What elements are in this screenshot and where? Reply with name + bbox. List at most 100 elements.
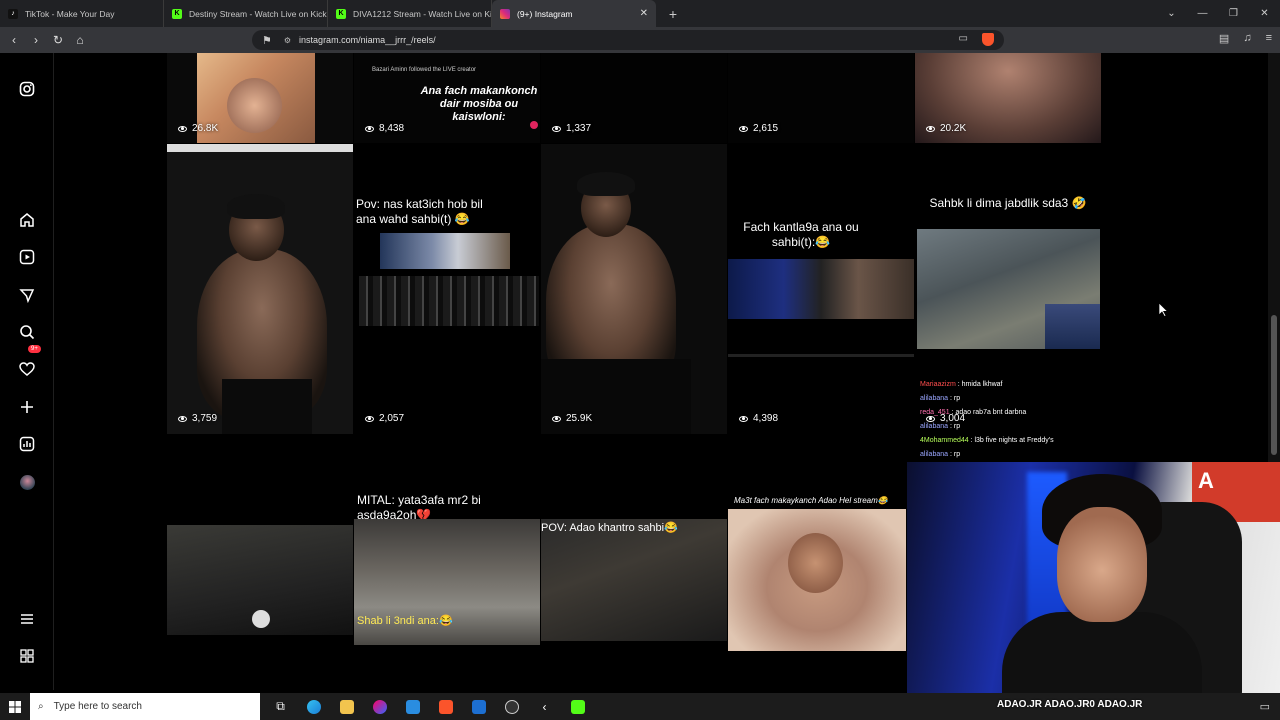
heart-reaction-icon xyxy=(530,121,538,129)
task-view-button[interactable]: ⧉ xyxy=(264,693,297,720)
reel-tile[interactable]: Bazari Aminn followed the LIVE creator A… xyxy=(354,53,540,143)
chat-message: 4Mohammed44 : l3b five nights at Freddy'… xyxy=(920,437,1054,444)
view-count-text: 25.9K xyxy=(566,413,593,424)
reel-tile[interactable]: MITAL: yata3afa mr2 bi asda9a2oh💔 Shab l… xyxy=(354,491,540,645)
reel-tile[interactable] xyxy=(167,525,353,635)
view-count: 3,759 xyxy=(178,413,217,424)
app-icon[interactable]: ‹ xyxy=(528,693,561,720)
eye-icon xyxy=(552,125,561,132)
browser-tab-strip: ♪ TikTok - Make Your Day K Destiny Strea… xyxy=(0,0,1280,27)
reel-caption: POV: Adao khantro sahbi😂 xyxy=(541,522,678,534)
brave-shields-icon[interactable] xyxy=(982,33,994,46)
chat-username: alilabana xyxy=(920,423,949,430)
view-count-text: 3,759 xyxy=(192,413,218,424)
eye-icon xyxy=(178,125,187,132)
store-icon[interactable] xyxy=(396,693,429,720)
tab-tiktok[interactable]: ♪ TikTok - Make Your Day xyxy=(0,0,164,27)
instagram-icon xyxy=(500,8,510,19)
bookmark-icon[interactable]: ⚑ xyxy=(262,34,272,47)
menu-icon[interactable]: ≡ xyxy=(1266,32,1272,45)
chat-username: 4Mohammed44 xyxy=(920,437,969,444)
close-tab-icon[interactable]: ✕ xyxy=(640,8,648,19)
address-bar[interactable]: ⚑ ⚙ instagram.com/niama__jrrr_/reels/ ▭ xyxy=(252,30,1004,50)
live-follow-overlay: Bazari Aminn followed the LIVE creator xyxy=(372,67,477,73)
chat-message: alilabana : rp xyxy=(920,451,961,458)
search-placeholder: Type here to search xyxy=(53,701,142,712)
view-count-text: 1,337 xyxy=(566,123,592,134)
reel-tile[interactable]: Fach kantla9a ana ou sahbi(t):😂 4,398 xyxy=(728,144,914,434)
reel-tile[interactable]: Pov: nas kat3ich hob bil ana wahd sahbi(… xyxy=(354,144,540,434)
eye-icon xyxy=(365,415,374,422)
chat-username: reda_451 xyxy=(920,409,950,416)
view-count: 25.9K xyxy=(552,413,592,424)
chat-message: alilabana : rp xyxy=(920,423,961,430)
tab-destiny-stream[interactable]: K Destiny Stream - Watch Live on Kick xyxy=(164,0,328,27)
view-count-text: 26.8K xyxy=(192,123,219,134)
skull-icon xyxy=(252,610,270,628)
windows-start-button[interactable] xyxy=(0,693,30,720)
reel-tile[interactable]: 20.2K xyxy=(915,53,1101,143)
eye-icon xyxy=(178,415,187,422)
search-icon: ⌕ xyxy=(38,701,44,712)
minimize-button[interactable]: — xyxy=(1187,0,1218,27)
chat-message: Mariaazizm : hmida lkhwaf xyxy=(920,381,1003,388)
eye-icon xyxy=(926,125,935,132)
copilot-icon[interactable] xyxy=(363,693,396,720)
close-window-button[interactable]: ✕ xyxy=(1249,0,1280,27)
chat-username: alilabana xyxy=(920,451,949,458)
reload-button[interactable]: ↻ xyxy=(48,30,68,50)
view-count-text: 20.2K xyxy=(940,123,967,134)
notifications-icon[interactable]: ▭ xyxy=(1260,700,1270,713)
view-count: 1,337 xyxy=(552,123,591,134)
tab-title: (9+) Instagram xyxy=(517,8,573,19)
new-tab-button[interactable]: + xyxy=(662,0,684,27)
reel-caption: Fach kantla9a ana ou sahbi(t):😂 xyxy=(743,220,859,249)
reel-tile[interactable]: 1,337 xyxy=(541,53,727,143)
reel-tile[interactable]: 2,615 xyxy=(728,53,914,143)
taskbar-search-box[interactable]: ⌕ Type here to search xyxy=(30,693,260,720)
restore-button[interactable]: ❐ xyxy=(1218,0,1249,27)
kick-icon: K xyxy=(336,8,346,19)
chat-username: alilabana xyxy=(920,395,949,402)
scrollbar-thumb[interactable] xyxy=(1271,315,1277,455)
home-button[interactable]: ⌂ xyxy=(70,30,90,50)
view-count: 2,057 xyxy=(365,413,404,424)
window-controls: ⌄ — ❐ ✕ xyxy=(1156,0,1280,27)
view-count: 8,438 xyxy=(365,123,404,134)
view-count-text: 8,438 xyxy=(379,123,405,134)
forward-button[interactable]: › xyxy=(26,30,46,50)
stream-chat-overlay: Mariaazizm : hmida lkhwaf alilabana : rp… xyxy=(920,378,1110,462)
reel-tile[interactable]: Ma3t fach makaykanch Adao Hel stream😂 xyxy=(728,493,906,651)
reel-tile[interactable]: 3,759 xyxy=(167,144,353,434)
view-count: 2,615 xyxy=(739,123,778,134)
cast-icon[interactable]: ▭ xyxy=(959,33,968,46)
chat-message: alilabana : rp xyxy=(920,395,961,402)
reel-subcaption: Shab li 3ndi ana:😂 xyxy=(357,615,453,627)
tiktok-icon: ♪ xyxy=(8,8,18,19)
kick-app-icon[interactable] xyxy=(561,693,594,720)
tab-diva-stream[interactable]: K DIVA1212 Stream - Watch Live on Kick xyxy=(328,0,492,27)
tab-title: DIVA1212 Stream - Watch Live on Kick xyxy=(353,8,492,19)
reel-tile[interactable]: POV: Adao khantro sahbi😂 xyxy=(541,519,727,641)
reel-caption: Pov: nas kat3ich hob bil ana wahd sahbi(… xyxy=(356,197,483,226)
tab-instagram[interactable]: (9+) Instagram ✕ xyxy=(492,0,656,27)
edge-app-icon[interactable] xyxy=(297,693,330,720)
obs-app-icon[interactable] xyxy=(495,693,528,720)
back-button[interactable]: ‹ xyxy=(4,30,24,50)
tab-title: Destiny Stream - Watch Live on Kick xyxy=(189,8,327,19)
file-explorer-icon[interactable] xyxy=(330,693,363,720)
brave-app-icon[interactable] xyxy=(429,693,462,720)
sidebar-toggle-icon[interactable]: ▤ xyxy=(1219,32,1229,45)
mail-app-icon[interactable] xyxy=(462,693,495,720)
chat-message: reda_451 : adao rab7a bnt darbna xyxy=(920,409,1027,416)
eye-icon xyxy=(739,125,748,132)
site-info-icon[interactable]: ⚙ xyxy=(284,36,291,45)
tab-title: TikTok - Make Your Day xyxy=(25,8,115,19)
view-count-text: 2,615 xyxy=(753,123,779,134)
chat-text: l3b five nights at Freddy's xyxy=(974,437,1054,444)
reel-tile[interactable]: 25.9K xyxy=(541,144,727,434)
chevron-down-icon[interactable]: ⌄ xyxy=(1156,0,1187,27)
media-icon[interactable]: ♫ xyxy=(1243,32,1251,45)
view-count: 26.8K xyxy=(178,123,218,134)
reel-tile[interactable]: 26.8K xyxy=(167,53,353,143)
